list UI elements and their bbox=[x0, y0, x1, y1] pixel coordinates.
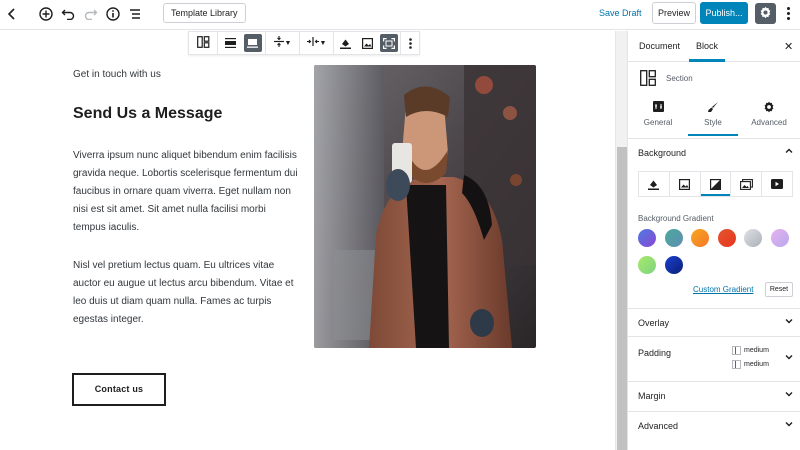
style-tabs: General Style Advanced bbox=[628, 97, 800, 137]
tab-advanced-label: Advanced bbox=[751, 118, 787, 127]
margin-panel-toggle[interactable]: Margin bbox=[628, 381, 800, 409]
chevron-down-icon bbox=[785, 392, 793, 397]
tab-general-label: General bbox=[643, 118, 673, 127]
contact-us-button[interactable]: Contact us bbox=[72, 373, 166, 406]
tab-style-label: Style bbox=[704, 118, 722, 127]
advanced-panel-title: Advanced bbox=[638, 421, 679, 431]
tab-block[interactable]: Block bbox=[688, 41, 726, 62]
bg-type-slideshow[interactable] bbox=[731, 172, 763, 196]
gradient-icon bbox=[709, 178, 721, 190]
gradient-swatch[interactable] bbox=[638, 256, 656, 274]
block-card: Section bbox=[628, 62, 800, 92]
block-name: Section bbox=[666, 74, 693, 83]
gradient-swatch[interactable] bbox=[664, 229, 683, 247]
image-icon bbox=[679, 178, 691, 190]
padding-bottom-value: medium bbox=[732, 360, 769, 369]
gear-icon bbox=[759, 6, 772, 22]
settings-sidebar: Document Block ✕ Section General Style A… bbox=[627, 31, 800, 450]
background-panel-toggle[interactable]: Background bbox=[628, 138, 800, 166]
sidebar-tabs: Document Block ✕ bbox=[628, 31, 800, 62]
bg-type-gradient[interactable] bbox=[701, 172, 732, 196]
tab-document[interactable]: Document bbox=[639, 41, 680, 51]
paragraph-2[interactable]: Nisl vel pretium lectus quam. Eu ultrice… bbox=[73, 257, 301, 329]
gradient-label: Background Gradient bbox=[638, 214, 714, 223]
editor-canvas[interactable]: Get in touch with us Send Us a Message V… bbox=[0, 31, 627, 450]
gradient-swatch[interactable] bbox=[691, 229, 709, 247]
publish-button[interactable]: Publish... bbox=[700, 2, 748, 24]
gallery-icon bbox=[739, 178, 753, 190]
editor-header: Template Library Save Draft Preview Publ… bbox=[0, 0, 800, 30]
gradient-swatch[interactable] bbox=[770, 229, 789, 247]
padding-bottom-label: medium bbox=[744, 361, 769, 368]
padding-top-value: medium bbox=[732, 346, 769, 355]
background-panel-title: Background bbox=[638, 148, 687, 158]
padding-panel-title: Padding bbox=[638, 348, 672, 358]
preview-button[interactable]: Preview bbox=[652, 2, 696, 24]
overlay-panel-toggle[interactable]: Overlay bbox=[628, 308, 800, 336]
custom-gradient-link[interactable]: Custom Gradient bbox=[693, 285, 753, 294]
back-icon[interactable] bbox=[3, 5, 21, 23]
tab-style[interactable]: Style bbox=[688, 97, 738, 136]
video-icon bbox=[771, 179, 784, 189]
chevron-down-icon bbox=[785, 319, 793, 324]
padding-top-icon bbox=[732, 346, 741, 355]
bg-type-color[interactable] bbox=[639, 172, 670, 196]
canvas-scrollbar[interactable] bbox=[615, 31, 627, 450]
info-icon[interactable] bbox=[104, 5, 122, 23]
reset-button[interactable]: Reset bbox=[765, 282, 793, 297]
settings-button[interactable] bbox=[755, 3, 776, 24]
person-drinking-coffee-image[interactable] bbox=[314, 65, 536, 348]
tab-advanced[interactable]: Advanced bbox=[744, 97, 794, 127]
chevron-up-icon bbox=[785, 148, 793, 153]
padding-panel-toggle[interactable]: Padding medium medium bbox=[628, 336, 800, 380]
template-library-button[interactable]: Template Library bbox=[163, 3, 246, 23]
paragraph-1[interactable]: Viverra ipsum nunc aliquet bibendum enim… bbox=[73, 147, 301, 237]
add-block-icon[interactable] bbox=[37, 5, 55, 23]
advanced-panel-toggle[interactable]: Advanced bbox=[628, 411, 800, 439]
background-type-selector bbox=[638, 171, 793, 197]
paint-bucket-icon bbox=[648, 180, 660, 190]
gradient-swatch[interactable] bbox=[717, 229, 736, 247]
close-icon[interactable]: ✕ bbox=[784, 40, 793, 53]
section-heading[interactable]: Send Us a Message bbox=[73, 105, 222, 123]
tab-general[interactable]: General bbox=[633, 97, 683, 127]
gradient-swatch[interactable] bbox=[664, 256, 683, 274]
redo-icon[interactable] bbox=[82, 5, 100, 23]
margin-panel-title: Margin bbox=[638, 391, 666, 401]
more-options-icon[interactable] bbox=[781, 4, 795, 22]
block-navigation-icon[interactable] bbox=[126, 5, 144, 23]
eyebrow-text[interactable]: Get in touch with us bbox=[73, 69, 161, 80]
save-draft-button[interactable]: Save Draft bbox=[599, 8, 642, 18]
bg-type-image[interactable] bbox=[670, 172, 701, 196]
undo-icon[interactable] bbox=[59, 5, 77, 23]
chevron-down-icon bbox=[785, 422, 793, 427]
bg-type-video[interactable] bbox=[762, 172, 792, 196]
padding-top-label: medium bbox=[744, 347, 769, 354]
padding-bottom-icon bbox=[732, 360, 741, 369]
section-icon bbox=[640, 70, 656, 86]
gear-icon bbox=[744, 101, 794, 115]
gradient-swatch[interactable] bbox=[744, 229, 762, 247]
scrollbar-thumb[interactable] bbox=[617, 147, 627, 450]
gradient-swatch[interactable] bbox=[638, 229, 656, 247]
chevron-down-icon bbox=[785, 355, 793, 360]
overlay-panel-title: Overlay bbox=[638, 318, 670, 328]
brush-icon bbox=[688, 101, 738, 115]
general-icon bbox=[633, 101, 683, 115]
